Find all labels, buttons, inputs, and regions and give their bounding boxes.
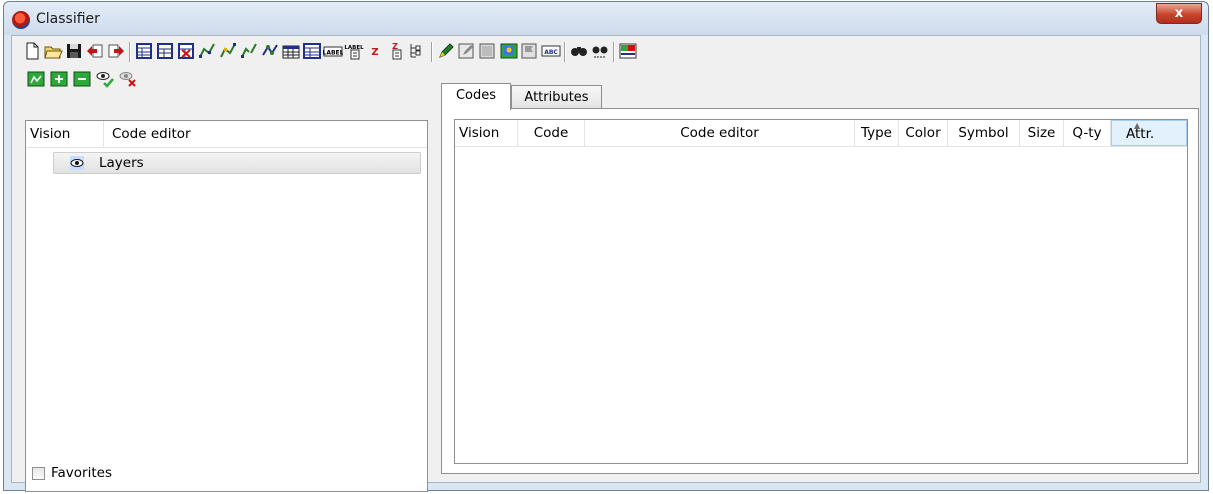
codes-table: Vision Code Code editor Type Color Symbo… [454,119,1188,464]
column-header-vision[interactable]: Vision [455,120,518,146]
find-next-icon[interactable] [590,41,610,61]
polyline-merge-icon[interactable] [260,41,280,61]
import-icon[interactable] [85,41,105,61]
favorites-checkbox[interactable] [32,467,45,480]
save-icon[interactable] [64,41,84,61]
column-header-color[interactable]: Color [899,120,948,146]
layer-properties-icon[interactable] [618,41,638,61]
table-add-icon[interactable] [155,41,175,61]
code-tree-pane: Vision Code editor Layers [25,120,428,492]
column-header-size[interactable]: Size [1020,120,1064,146]
new-document-icon[interactable] [22,41,42,61]
column-header-code-editor[interactable]: Code editor [585,120,855,146]
main-toolbar: LABEL LABEL Z Z ABC [22,38,942,64]
title-bar: Classifier x [4,2,1208,35]
column-header-code-editor[interactable]: Code editor [104,121,427,147]
pencil-icon[interactable] [436,41,456,61]
layer-add-icon[interactable] [49,69,69,89]
export-icon[interactable] [106,41,126,61]
table-icon[interactable] [134,41,154,61]
tab-codes[interactable]: Codes [441,83,511,110]
tree-header: Vision Code editor [26,121,427,148]
svg-text:LABEL: LABEL [323,50,343,57]
z-icon[interactable]: Z [365,41,385,61]
layer-toolbar [26,66,206,92]
visibility-off-icon[interactable] [118,69,138,89]
column-header-symbol[interactable]: Symbol [948,120,1020,146]
sort-ascending-icon: ▲ [1134,121,1141,130]
app-icon [12,11,30,29]
z-text-icon[interactable]: Z [386,41,406,61]
classifier-window: Classifier x LABEL LABEL Z Z ABC Vision … [3,1,1209,492]
column-header-quantity[interactable]: Q-ty [1064,120,1111,146]
visibility-on-icon[interactable] [95,69,115,89]
tab-attributes[interactable]: Attributes [511,85,602,108]
column-header-vision[interactable]: Vision [26,121,104,147]
window-title: Classifier [36,11,100,27]
grid-large-icon[interactable] [302,41,322,61]
column-header-type[interactable]: Type [855,120,899,146]
layer-color-icon[interactable] [499,41,519,61]
svg-text:Z: Z [371,47,378,58]
label-icon[interactable]: LABEL [323,41,344,61]
polyline-icon[interactable] [197,41,217,61]
polyline-split-icon[interactable] [239,41,259,61]
svg-text:ABC: ABC [544,49,558,56]
open-folder-icon[interactable] [43,41,63,61]
grid-icon[interactable] [281,41,301,61]
tree-item-layers[interactable]: Layers [53,152,421,174]
client-area: LABEL LABEL Z Z ABC Vision Code editor L… [11,35,1201,492]
polyline-edit-icon[interactable] [218,41,238,61]
layer-icon[interactable] [26,69,46,89]
label-text-icon[interactable]: LABEL [344,41,364,61]
layer-flag-icon[interactable] [520,41,540,61]
favorites-label: Favorites [51,465,112,481]
codes-tab-panel: Vision Code Code editor Type Color Symbo… [441,108,1199,474]
find-icon[interactable] [569,41,589,61]
column-header-code[interactable]: Code [518,120,585,146]
edit-layer-icon[interactable] [457,41,477,61]
tree-item-label: Layers [99,155,144,171]
text-field-icon[interactable]: ABC [541,41,561,61]
tree-icon[interactable] [407,41,427,61]
table-delete-icon[interactable] [176,41,196,61]
codes-table-header: Vision Code Code editor Type Color Symbo… [455,120,1187,147]
close-button[interactable]: x [1156,3,1202,24]
layer-icon[interactable] [478,41,498,61]
column-header-attr[interactable]: ▲ Attr. [1111,120,1187,146]
eye-icon [70,156,84,170]
layer-remove-icon[interactable] [72,69,92,89]
